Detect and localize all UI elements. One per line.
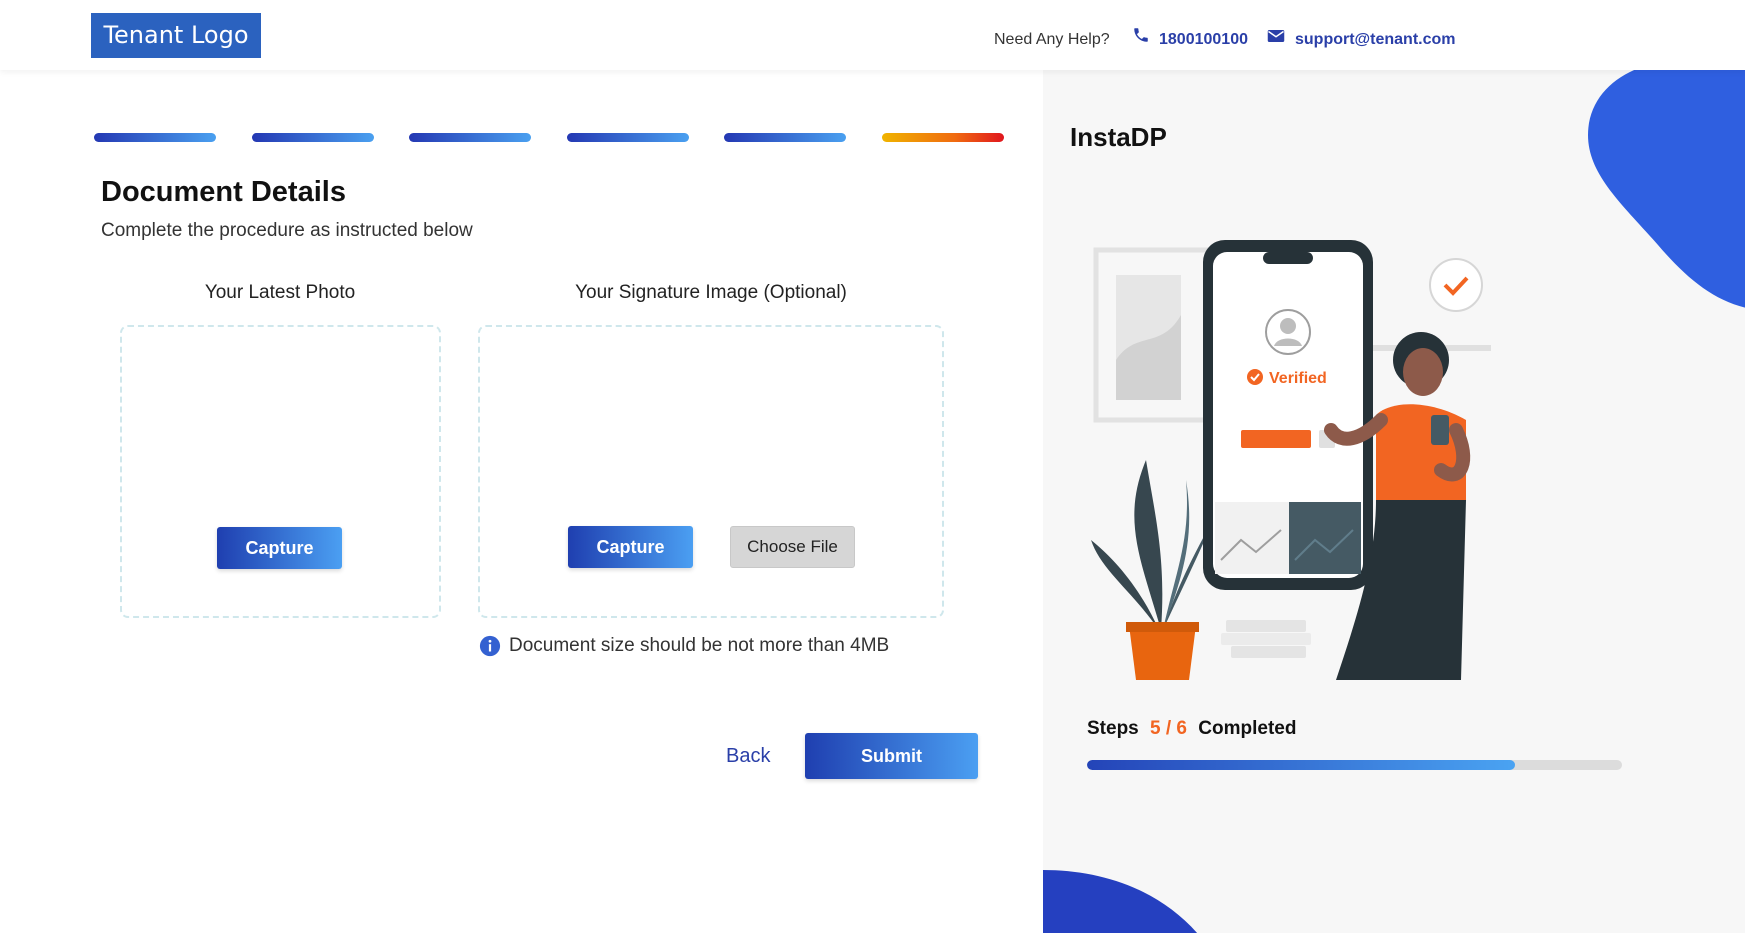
photo-label: Your Latest Photo: [204, 282, 356, 303]
photo-dropzone[interactable]: Capture: [120, 325, 441, 618]
submit-button[interactable]: Submit: [805, 733, 978, 779]
step-indicator-6-active: [882, 133, 1004, 142]
decorative-blob-top: [1588, 70, 1745, 308]
steps-progress-fill: [1087, 760, 1515, 770]
file-size-note: Document size should be not more than 4M…: [509, 635, 890, 656]
steps-suffix: Completed: [1198, 718, 1297, 739]
mail-icon: [1267, 30, 1285, 42]
help-phone-number[interactable]: 1800100100: [1159, 28, 1248, 52]
info-icon: [479, 635, 501, 657]
step-indicator-3: [409, 133, 531, 142]
verified-badge-text: Verified: [1269, 370, 1327, 387]
decorative-blob-bottom: [1043, 870, 1197, 933]
top-header: Tenant Logo Need Any Help? 1800100100 su…: [0, 0, 1745, 70]
step-indicator-5: [724, 133, 846, 142]
photo-capture-button[interactable]: Capture: [217, 527, 342, 569]
app-title: InstaDP: [1070, 122, 1167, 152]
back-button[interactable]: Back: [726, 745, 770, 768]
form-pane: Document Details Complete the procedure …: [0, 70, 1043, 933]
tenant-logo[interactable]: Tenant Logo: [91, 13, 261, 58]
steps-count: 5 / 6: [1150, 718, 1188, 739]
help-label: Need Any Help?: [994, 31, 1110, 48]
page-subtitle: Complete the procedure as instructed bel…: [101, 220, 473, 241]
steps-prefix: Steps: [1087, 718, 1139, 739]
page-title: Document Details: [101, 176, 346, 208]
step-indicator-1: [94, 133, 216, 142]
choose-file-button[interactable]: Choose File: [730, 526, 855, 568]
steps-progress-label: Steps 5 / 6 Completed: [1087, 718, 1296, 740]
step-indicator-4: [567, 133, 689, 142]
step-indicator-2: [252, 133, 374, 142]
verification-illustration: Verified: [1091, 240, 1491, 680]
progress-sidebar: InstaDP Verified Steps 5 / 6 Completed: [1043, 70, 1745, 933]
signature-capture-button[interactable]: Capture: [568, 526, 693, 568]
signature-label: Your Signature Image (Optional): [575, 282, 847, 303]
signature-dropzone[interactable]: Capture Choose File: [478, 325, 944, 618]
help-email-address[interactable]: support@tenant.com: [1295, 28, 1456, 52]
phone-icon: [1134, 28, 1148, 42]
steps-progress-bar: [1087, 760, 1622, 770]
